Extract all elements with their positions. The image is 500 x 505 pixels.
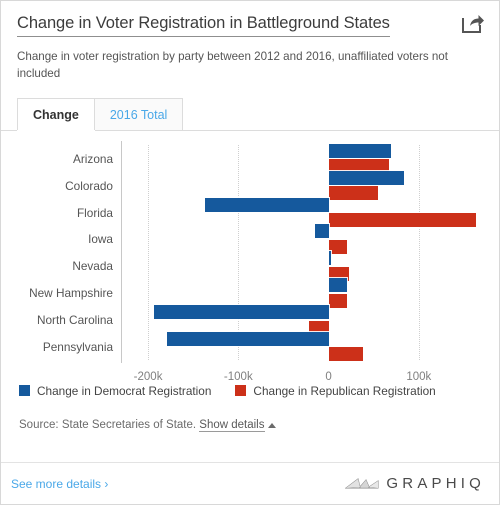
tab-2016-total[interactable]: 2016 Total [93,98,184,131]
page-title: Change in Voter Registration in Battlegr… [17,13,390,37]
y-axis-label: Arizona [73,151,113,166]
bar[interactable] [327,185,380,202]
graphiq-logo-icon [345,477,379,488]
chart-card: Change in Voter Registration in Battlegr… [0,0,500,505]
chart-plot-area: Arizona Colorado Florida Iowa Nevada New Hamp… [1,137,499,383]
show-details-link[interactable]: Show details [199,419,265,433]
legend-item-democrat[interactable]: Change in Democrat Registration [19,384,211,398]
bar[interactable] [327,250,333,267]
bar[interactable] [327,169,406,186]
x-tick-label: 100k [406,371,432,384]
bar[interactable] [153,304,330,321]
share-icon-svg [462,15,484,33]
brand-logo: GRAPHIQ [345,475,485,492]
share-icon[interactable] [461,13,485,35]
see-more-details-link[interactable]: See more details › [11,477,108,491]
y-axis-label: Iowa [88,232,113,247]
bar[interactable] [327,292,348,309]
bar[interactable] [203,196,330,213]
caret-up-icon [267,422,276,428]
x-tick-label: -100k [223,371,253,384]
bar[interactable] [327,238,348,255]
bar[interactable] [327,142,392,159]
card-header: Change in Voter Registration in Battlegr… [1,1,499,82]
gridline--100k [238,145,240,361]
legend-label-republican: Change in Republican Registration [253,383,436,398]
bar[interactable] [327,346,364,363]
bar[interactable] [314,223,330,240]
y-axis-label: Nevada [72,259,113,274]
legend-label-democrat: Change in Democrat Registration [37,383,212,398]
bar[interactable] [327,212,477,229]
bar[interactable] [166,330,330,347]
x-tick-label: -200k [133,371,163,384]
y-axis-label: Florida [76,205,113,220]
legend-item-republican[interactable]: Change in Republican Registration [235,383,436,398]
card-footer: See more details › GRAPHIQ [1,462,499,504]
chart-legend: Change in Democrat Registration Change i… [1,383,499,409]
source-line: Source: State Secretaries of State. Show… [1,409,499,433]
legend-swatch-republican [235,385,247,397]
bar[interactable] [327,277,349,294]
source-text: Source: State Secretaries of State. [19,419,197,432]
tab-bar: Change 2016 Total [1,98,499,132]
bars-container: -200k -100k 0 100k [121,142,491,383]
y-axis-labels: Arizona Colorado Florida Iowa Nevada New Hamp… [1,145,113,360]
gridline--200k [148,145,150,361]
brand-name: GRAPHIQ [386,475,485,492]
legend-swatch-democrat [19,385,30,397]
y-axis-label: Pennsylvania [42,339,113,354]
x-tick-label: 0 [325,371,332,384]
y-axis-label: Colorado [65,178,113,193]
y-axis-label: North Carolina [36,313,113,328]
y-axis-label: New Hampshire [29,286,113,301]
tab-change[interactable]: Change [17,98,95,131]
gridline-100k [418,145,420,361]
chart-subtitle: Change in voter registration by party be… [17,49,448,81]
